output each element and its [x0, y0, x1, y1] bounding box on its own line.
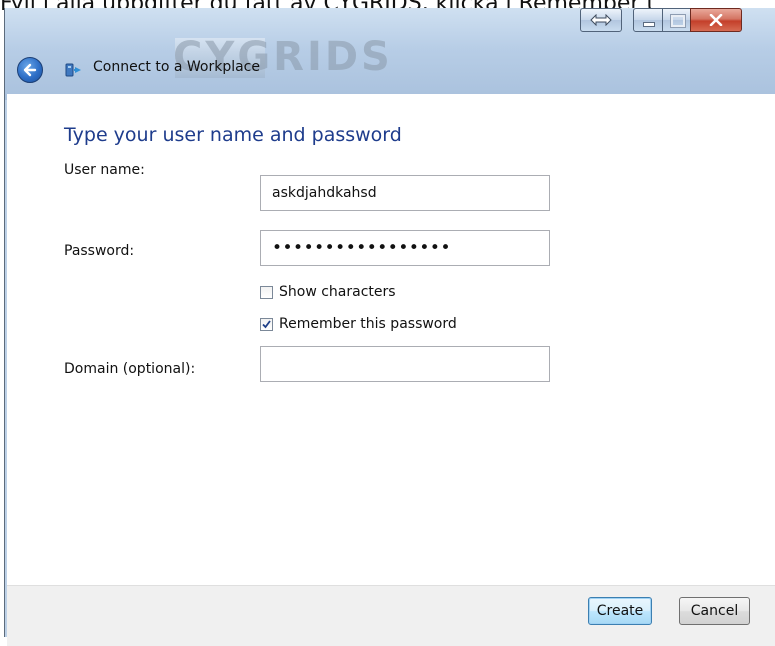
left-right-arrows-icon	[581, 9, 621, 31]
close-icon	[691, 9, 741, 31]
remember-password-label: Remember this password	[279, 316, 457, 332]
minimize-icon	[643, 22, 655, 27]
navigation-bar: Connect to a Workplace	[5, 50, 775, 88]
title-bar[interactable]: CYGRIDS Connect to a Workplace	[5, 8, 775, 100]
left-right-arrows-button[interactable]	[580, 8, 622, 32]
maximize-icon	[670, 14, 686, 28]
close-button[interactable]	[690, 8, 742, 32]
username-label: User name:	[64, 162, 145, 178]
create-button[interactable]: Create	[588, 597, 652, 625]
maximize-button[interactable]	[662, 8, 691, 32]
password-label: Password:	[64, 243, 135, 259]
password-field[interactable]: •••••••••••••••••	[260, 230, 550, 266]
back-button[interactable]	[17, 57, 43, 83]
domain-label: Domain (optional):	[64, 361, 196, 377]
domain-field[interactable]	[260, 346, 550, 382]
window-title: Connect to a Workplace	[93, 59, 260, 75]
checkmark-icon	[262, 319, 271, 328]
dialog-window: CYGRIDS Connect to a Workplace Type your…	[4, 8, 775, 646]
page-title: Type your user name and password	[64, 124, 402, 146]
show-characters-label: Show characters	[279, 284, 396, 300]
show-characters-checkbox[interactable]	[260, 285, 273, 299]
workplace-network-icon	[65, 63, 81, 77]
show-characters-option[interactable]: Show characters	[260, 283, 396, 301]
remember-password-option[interactable]: Remember this password	[260, 315, 457, 333]
dialog-content: Type your user name and password User na…	[7, 94, 775, 585]
minimize-button[interactable]	[633, 8, 663, 32]
username-field[interactable]: askdjahdkahsd	[260, 175, 550, 211]
back-arrow-icon	[23, 63, 37, 77]
cancel-button[interactable]: Cancel	[679, 597, 750, 625]
remember-password-checkbox[interactable]	[260, 317, 273, 331]
